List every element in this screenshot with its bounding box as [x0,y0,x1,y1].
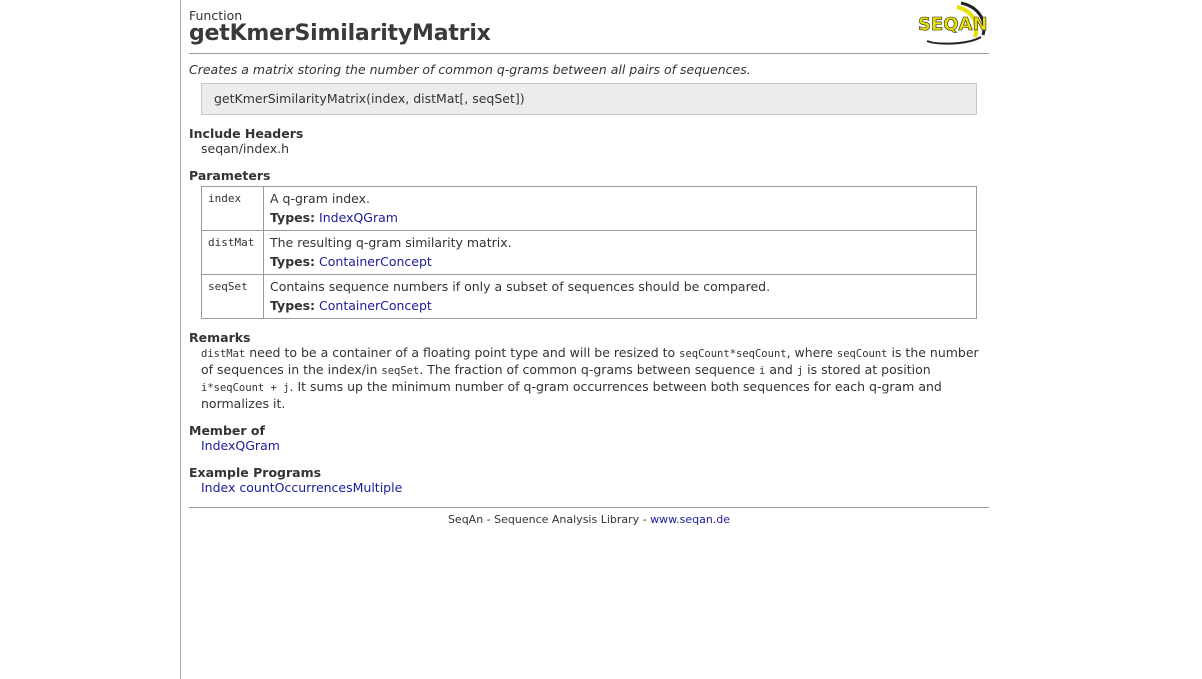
param-row-distmat: distMat The resulting q-gram similarity … [201,230,977,275]
types-label: Types: [270,254,316,269]
remark-code: seqSet [381,365,420,377]
remark-text: need to be a container of a floating poi… [245,345,680,360]
remark-code: distMat [201,348,246,360]
example-programs-heading: Example Programs [189,465,322,480]
param-types: Types: ContainerConcept [270,252,970,271]
param-description-cell: Contains sequence numbers if only a subs… [263,274,977,319]
example-program-link[interactable]: Index countOccurrencesMultiple [201,480,402,495]
remark-code: i*seqCount + j [201,382,290,394]
param-row-seqset: seqSet Contains sequence numbers if only… [201,274,977,319]
remark-text: , where [786,345,837,360]
member-of-body: IndexQGram [201,438,989,454]
param-description: Contains sequence numbers if only a subs… [270,279,771,294]
remarks-text: distMat need to be a container of a floa… [201,345,981,412]
remark-code: seqCount [836,348,888,360]
type-link-containerconcept[interactable]: ContainerConcept [319,298,432,313]
doc-header: Function getKmerSimilarityMatrix SEQAN [189,0,989,54]
seqan-logo[interactable]: SEQAN [917,1,989,45]
left-border-rule [180,0,181,679]
types-label: Types: [270,210,316,225]
type-link-indexqgram[interactable]: IndexQGram [319,210,398,225]
param-description-cell: The resulting q-gram similarity matrix. … [263,230,977,275]
page-title: getKmerSimilarityMatrix [189,21,491,46]
doc-content: Function getKmerSimilarityMatrix SEQAN C… [189,0,989,526]
remark-text: is stored at position [803,362,931,377]
param-types: Types: ContainerConcept [270,296,970,315]
footer-website-link[interactable]: www.seqan.de [650,513,730,526]
remark-text: . It sums up the minimum number of q-gra… [201,379,942,411]
param-name: index [201,186,264,231]
types-label: Types: [270,298,316,313]
remark-text: and [765,362,797,377]
type-link-containerconcept[interactable]: ContainerConcept [319,254,432,269]
param-types: Types: IndexQGram [270,208,970,227]
remark-text: . The fraction of common q-grams between… [419,362,760,377]
param-row-index: index A q-gram index. Types: IndexQGram [201,186,977,231]
remark-code: seqCount*seqCount [679,348,787,360]
member-of-heading: Member of [189,423,265,438]
function-summary: Creates a matrix storing the number of c… [189,62,751,77]
footer-text: SeqAn - Sequence Analysis Library - [447,513,651,526]
param-name: seqSet [201,274,264,319]
member-of-link[interactable]: IndexQGram [201,438,280,453]
logo-text: SEQAN [918,14,988,35]
param-name: distMat [201,230,264,275]
parameters-heading: Parameters [189,168,271,183]
parameters-table: index A q-gram index. Types: IndexQGram … [201,186,977,319]
param-description: The resulting q-gram similarity matrix. [270,235,512,250]
page-footer: SeqAn - Sequence Analysis Library - www.… [189,507,989,526]
function-signature: getKmerSimilarityMatrix(index, distMat[,… [201,83,977,115]
param-description-cell: A q-gram index. Types: IndexQGram [263,186,977,231]
example-programs-body: Index countOccurrencesMultiple [201,480,989,496]
include-headers-heading: Include Headers [189,126,304,141]
include-header-path: seqan/index.h [201,141,290,156]
param-description: A q-gram index. [270,191,371,206]
remarks-heading: Remarks [189,330,251,345]
